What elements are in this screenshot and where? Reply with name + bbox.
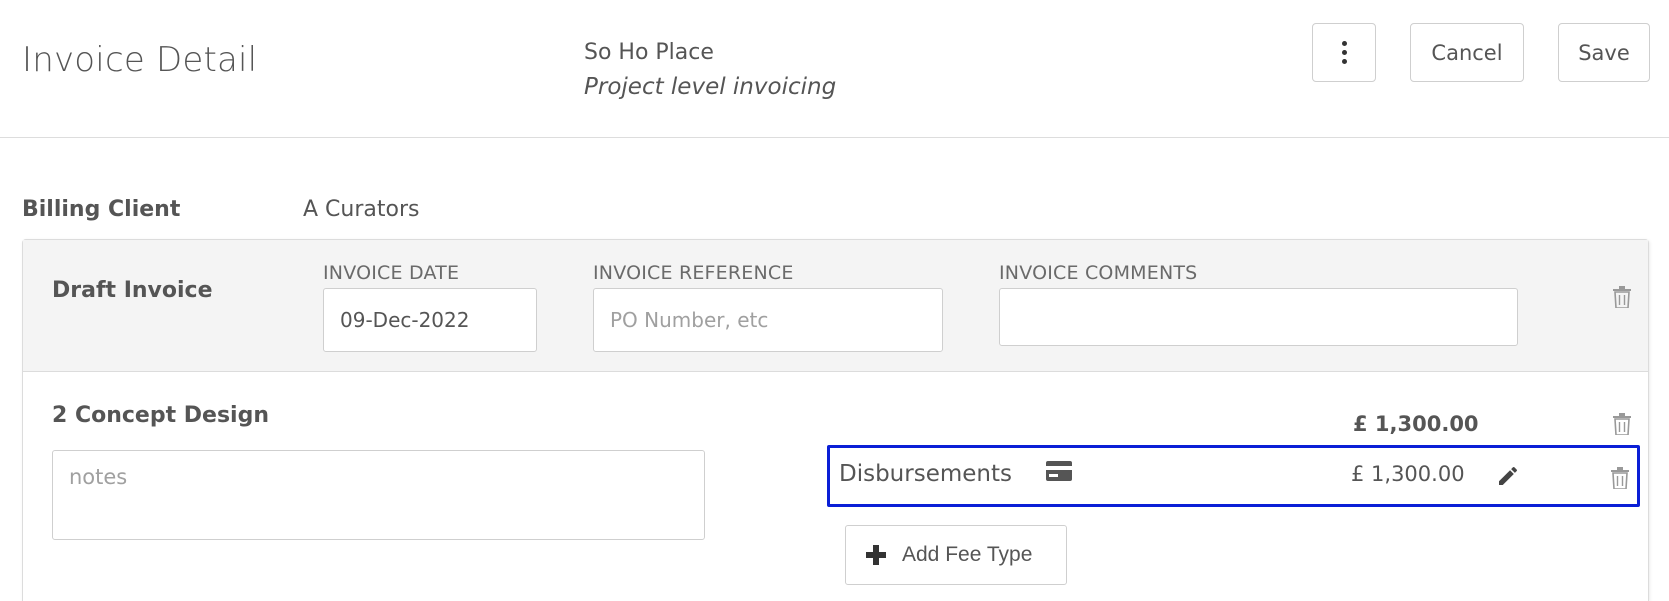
billing-client-value: A Curators [303, 197, 420, 222]
invoice-reference-placeholder: PO Number, etc [610, 308, 769, 332]
invoice-comments-label: INVOICE COMMENTS [999, 262, 1198, 284]
credit-card-icon [1046, 461, 1072, 481]
project-name: So Ho Place [584, 40, 714, 65]
pencil-icon[interactable] [1496, 464, 1520, 488]
trash-icon[interactable] [1613, 286, 1631, 308]
add-fee-type-label: Add Fee Type [902, 543, 1033, 566]
invoice-reference-label: INVOICE REFERENCE [593, 262, 794, 284]
draft-invoice-title: Draft Invoice [52, 278, 213, 303]
kebab-vertical-icon [1341, 41, 1347, 64]
line-item-title: 2 Concept Design [52, 403, 270, 428]
page-header: Invoice Detail So Ho Place Project level… [0, 0, 1669, 138]
project-invoicing-mode: Project level invoicing [584, 74, 837, 100]
more-options-button[interactable] [1312, 23, 1376, 82]
invoice-date-value: 09-Dec-2022 [340, 308, 470, 332]
fee-row-disbursements[interactable]: Disbursements £ 1,300.00 [827, 445, 1640, 507]
invoice-header: Draft Invoice INVOICE DATE 09-Dec-2022 I… [23, 240, 1648, 372]
trash-icon[interactable] [1613, 413, 1631, 435]
notes-placeholder: notes [69, 465, 128, 489]
fee-amount: £ 1,300.00 [1351, 462, 1465, 486]
invoice-date-label: INVOICE DATE [323, 262, 460, 284]
billing-client-label: Billing Client [22, 197, 181, 222]
notes-textarea[interactable]: notes [52, 450, 705, 540]
draft-invoice-panel: Draft Invoice INVOICE DATE 09-Dec-2022 I… [22, 239, 1649, 601]
invoice-detail-page: Invoice Detail So Ho Place Project level… [0, 0, 1669, 601]
fee-name: Disbursements [839, 461, 1012, 487]
plus-icon [866, 545, 886, 565]
trash-icon[interactable] [1611, 467, 1629, 489]
page-title: Invoice Detail [22, 40, 258, 80]
cancel-button[interactable]: Cancel [1410, 23, 1524, 82]
line-item-total: £ 1,300.00 [1353, 412, 1479, 436]
invoice-reference-input[interactable]: PO Number, etc [593, 288, 943, 352]
save-button[interactable]: Save [1558, 23, 1650, 82]
invoice-date-input[interactable]: 09-Dec-2022 [323, 288, 537, 352]
invoice-comments-input[interactable] [999, 288, 1518, 346]
add-fee-type-button[interactable]: Add Fee Type [845, 525, 1067, 585]
